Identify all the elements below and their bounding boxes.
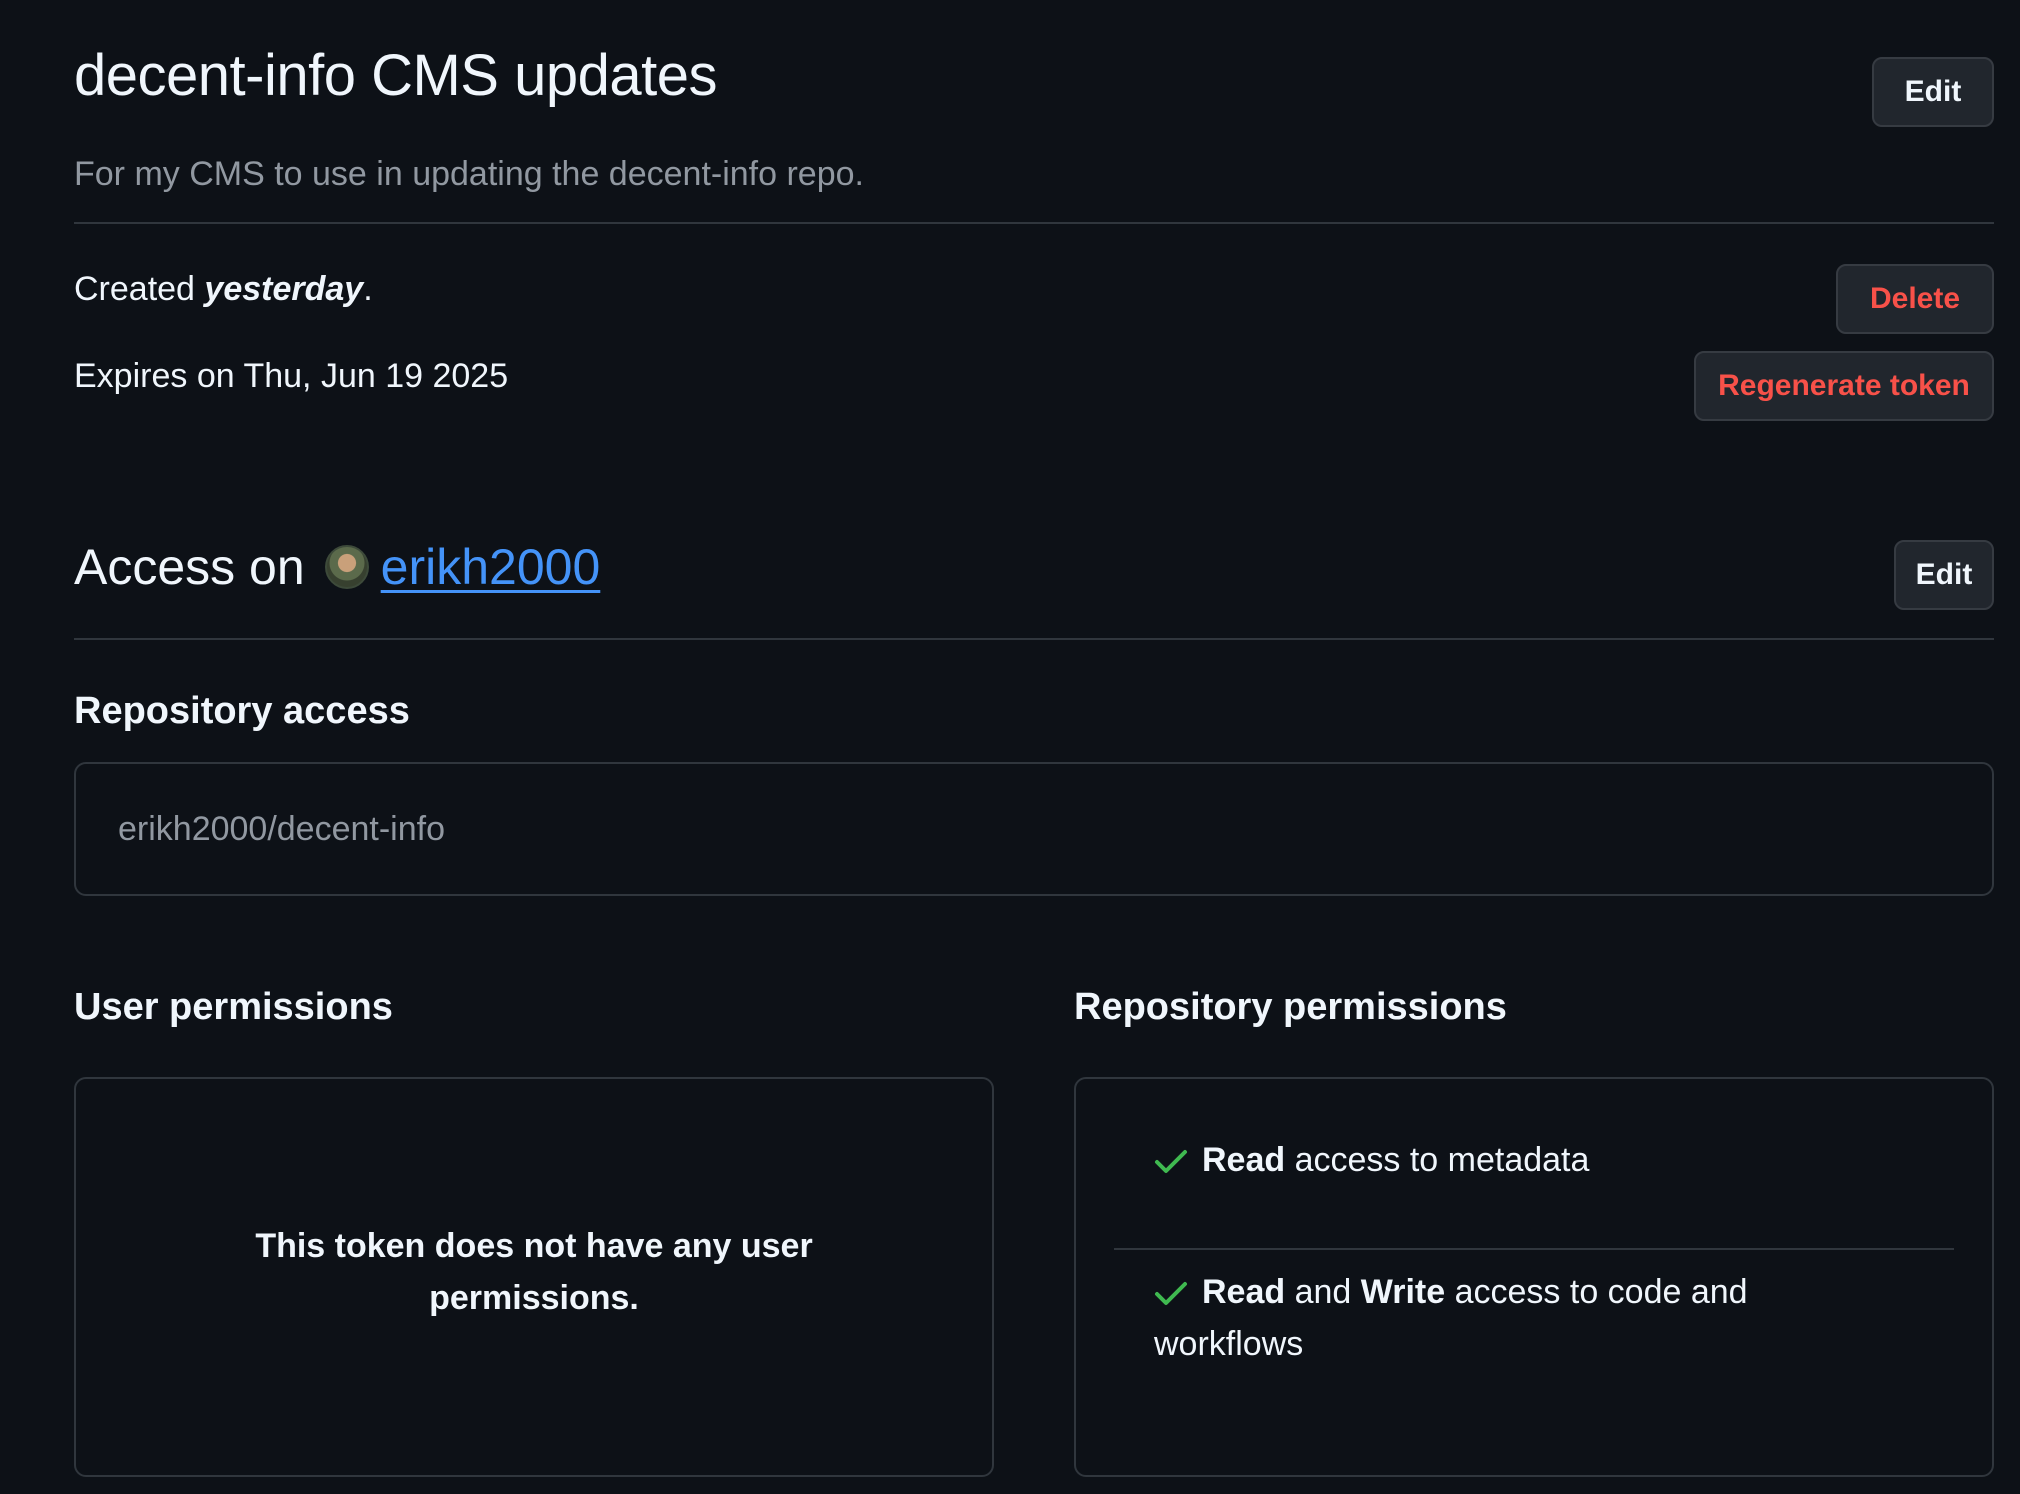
repository-access-box: erikh2000/decent-info (74, 762, 1994, 896)
permission-part: access to metadata (1285, 1141, 1590, 1179)
permission-part: Read (1202, 1141, 1286, 1179)
token-details-page: decent-info CMS updates Edit For my CMS … (0, 0, 2020, 1494)
created-when: yesterday (204, 270, 364, 308)
created-prefix: Created (74, 270, 205, 308)
edit-access-button[interactable]: Edit (1894, 540, 1994, 610)
repository-permissions-heading: Repository permissions (1074, 986, 1507, 1028)
expiration-date: Expires on Thu, Jun 19 2025 (74, 357, 509, 395)
user-permissions-heading: User permissions (74, 986, 393, 1028)
created-suffix: . (363, 270, 373, 308)
access-divider (74, 638, 1994, 640)
permission-part: and (1285, 1273, 1361, 1311)
repository-name: erikh2000/decent-info (118, 810, 446, 848)
permission-item: Read and Write access to code and workfl… (1154, 1266, 1854, 1370)
permission-part: Write (1360, 1273, 1446, 1311)
avatar (324, 545, 369, 589)
user-permissions-box: This token does not have any user permis… (74, 1077, 994, 1477)
check-icon (1155, 1282, 1187, 1305)
token-title: decent-info CMS updates (74, 43, 717, 108)
access-heading: Access on erikh2000 (74, 538, 600, 596)
permission-item: Read access to metadata (1154, 1134, 1954, 1186)
access-heading-label: Access on (74, 539, 305, 595)
permission-part: Read (1202, 1273, 1286, 1311)
permission-divider (1114, 1248, 1954, 1250)
created-date: Created yesterday. (74, 270, 373, 309)
user-link[interactable]: erikh2000 (381, 538, 601, 596)
delete-token-button[interactable]: Delete (1836, 264, 1994, 334)
regenerate-token-button[interactable]: Regenerate token (1694, 351, 1994, 421)
edit-token-button[interactable]: Edit (1872, 57, 1994, 127)
no-user-permissions-message: This token does not have any user permis… (255, 1227, 813, 1317)
check-icon (1155, 1150, 1187, 1173)
header-divider (74, 222, 1994, 224)
repository-access-heading: Repository access (74, 690, 410, 732)
token-description: For my CMS to use in updating the decent… (74, 155, 864, 193)
